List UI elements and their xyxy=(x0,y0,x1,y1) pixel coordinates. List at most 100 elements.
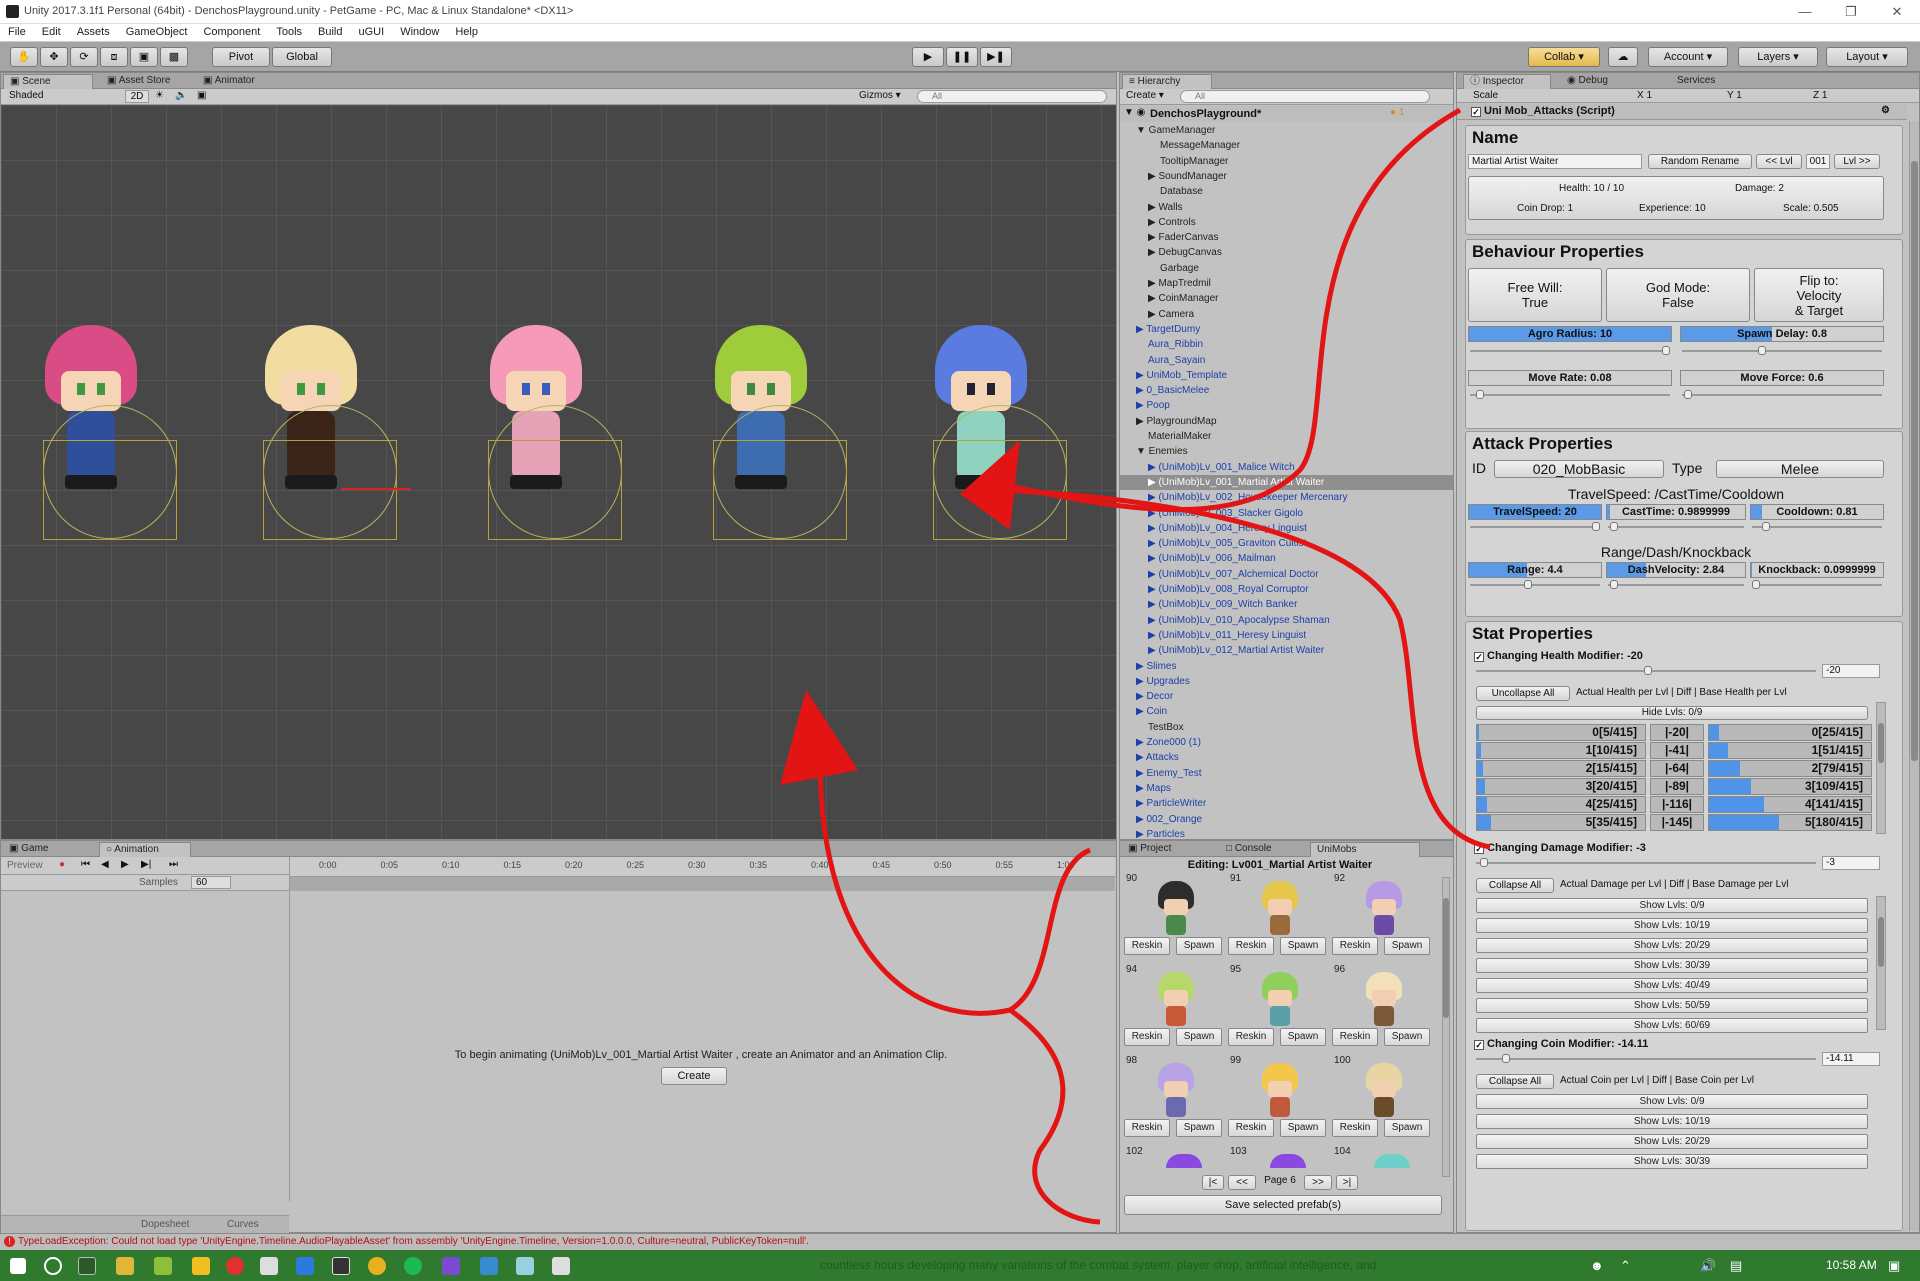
cooldown-bar[interactable]: Cooldown: 0.81 xyxy=(1750,504,1884,520)
2d-toggle[interactable]: 2D xyxy=(125,90,149,103)
windows-start-icon[interactable] xyxy=(10,1258,26,1274)
tab-scene[interactable]: ▣ Scene xyxy=(3,74,93,89)
tab-dopesheet[interactable]: Dopesheet xyxy=(141,1219,189,1230)
play-anim-icon[interactable]: ▶ xyxy=(121,859,129,870)
reskin-button[interactable]: Reskin xyxy=(1228,937,1274,955)
cloud-icon[interactable]: ☁ xyxy=(1608,47,1638,67)
hierarchy-item[interactable]: ▶ Coin xyxy=(1136,704,1167,719)
show-lvls-button[interactable]: Show Lvls: 40/49 xyxy=(1476,978,1868,993)
dash-velocity-slider[interactable] xyxy=(1608,580,1744,589)
hierarchy-item[interactable]: ▶ UniMob_Template xyxy=(1136,368,1227,383)
scale-x-field[interactable]: X 1 xyxy=(1637,90,1652,101)
timeline-event-row[interactable] xyxy=(289,877,1115,891)
hierarchy-item[interactable]: ▶ SoundManager xyxy=(1148,169,1227,184)
spawn-button[interactable]: Spawn xyxy=(1176,1119,1222,1137)
hierarchy-item[interactable]: ▶ Walls xyxy=(1148,200,1183,215)
uncollapse-all-button[interactable]: Uncollapse All xyxy=(1476,686,1570,701)
spawn-button[interactable]: Spawn xyxy=(1384,1119,1430,1137)
volume-icon[interactable]: 🔊 xyxy=(1700,1258,1716,1274)
lvl-prev-button[interactable]: << Lvl xyxy=(1756,154,1802,169)
page-last-button[interactable]: >| xyxy=(1336,1175,1358,1190)
app-icon-green[interactable] xyxy=(154,1257,172,1275)
mob-thumbnail[interactable] xyxy=(1154,881,1198,935)
hierarchy-item[interactable]: ▶ (UniMob)Lv_012_Martial Artist Waiter xyxy=(1148,643,1324,658)
lvl-input[interactable]: 001 xyxy=(1806,154,1830,169)
pivot-toggle[interactable]: Pivot xyxy=(212,47,270,67)
tab-game[interactable]: ▣ Game xyxy=(3,842,54,857)
mob-thumbnail[interactable] xyxy=(1154,1063,1198,1117)
hierarchy-item[interactable]: ▼ GameManager xyxy=(1136,123,1215,138)
hierarchy-scene-row[interactable]: ▼ ◉ DenchosPlayground* ● 1 xyxy=(1120,106,1453,122)
save-prefab-button[interactable]: Save selected prefab(s) xyxy=(1124,1195,1442,1215)
hierarchy-item[interactable]: MessageManager xyxy=(1160,138,1240,153)
rect-tool-icon[interactable]: ▣ xyxy=(130,47,158,67)
hierarchy-item[interactable]: ▶ TargetDumy xyxy=(1136,322,1200,337)
photos-icon[interactable] xyxy=(516,1257,534,1275)
hierarchy-item[interactable]: ▶ PlaygroundMap xyxy=(1136,414,1217,429)
spawn-delay-slider[interactable] xyxy=(1682,346,1882,355)
flip-to-button[interactable]: Flip to: Velocity & Target xyxy=(1754,268,1884,322)
menu-build[interactable]: Build xyxy=(310,24,350,38)
mob-thumbnail[interactable] xyxy=(1258,972,1302,1026)
spawn-delay-knob[interactable] xyxy=(1758,346,1766,355)
range-knob[interactable] xyxy=(1524,580,1532,589)
task-view-icon[interactable] xyxy=(78,1257,96,1275)
damage-modifier-toggle[interactable]: ✓ Changing Damage Modifier: -3 xyxy=(1474,842,1646,854)
attack-type-dropdown[interactable]: Melee xyxy=(1716,460,1884,478)
unimobs-scrollbar[interactable] xyxy=(1442,877,1450,1177)
health-modifier-input[interactable]: -20 xyxy=(1822,664,1880,678)
show-lvls-button[interactable]: Show Lvls: 10/19 xyxy=(1476,918,1868,933)
record-icon[interactable]: ● xyxy=(59,859,65,870)
show-lvls-button[interactable]: Show Lvls: 50/59 xyxy=(1476,998,1868,1013)
notifications-icon[interactable]: ▣ xyxy=(1888,1258,1900,1274)
menu-component[interactable]: Component xyxy=(195,24,268,38)
coin-modifier-input[interactable]: -14.11 xyxy=(1822,1052,1880,1066)
show-lvls-button[interactable]: Show Lvls: 30/39 xyxy=(1476,958,1868,973)
show-lvls-button[interactable]: Show Lvls: 30/39 xyxy=(1476,1154,1868,1169)
move-rate-slider[interactable] xyxy=(1470,390,1670,399)
shading-dropdown[interactable]: Shaded xyxy=(9,90,119,103)
coin-modifier-toggle[interactable]: ✓ Changing Coin Modifier: -14.11 xyxy=(1474,1038,1648,1050)
audio-icon[interactable]: 🔈 xyxy=(175,90,187,101)
cortana-icon[interactable] xyxy=(44,1257,62,1275)
hierarchy-item[interactable]: ▶ (UniMob)Lv_002_Housekeeper Mercenary xyxy=(1148,490,1347,505)
mob-thumbnail[interactable] xyxy=(1362,972,1406,1026)
menu-ugui[interactable]: uGUI xyxy=(351,24,393,38)
minimize-button[interactable]: — xyxy=(1790,4,1820,19)
reskin-button[interactable]: Reskin xyxy=(1228,1028,1274,1046)
health-modifier-checkbox[interactable]: ✓ xyxy=(1474,652,1484,662)
stats-summary-button[interactable]: Health: 10 / 10 Damage: 2 Coin Drop: 1 E… xyxy=(1468,176,1884,220)
spawn-button[interactable]: Spawn xyxy=(1176,1028,1222,1046)
hierarchy-create-dropdown[interactable]: Create ▾ xyxy=(1126,90,1164,101)
menu-file[interactable]: File xyxy=(0,24,34,38)
hierarchy-item[interactable]: ▶ (UniMob)Lv_001_Martial Artist Waiter xyxy=(1120,474,1453,490)
hierarchy-item[interactable]: ▶ (UniMob)Lv_003_Slacker Gigolo xyxy=(1148,506,1303,521)
tray-chevron-icon[interactable]: ⌃ xyxy=(1620,1258,1631,1274)
tab-unimobs[interactable]: UniMobs xyxy=(1310,842,1420,857)
damage-modifier-slider[interactable] xyxy=(1476,858,1816,867)
rotate-tool-icon[interactable]: ⟳ xyxy=(70,47,98,67)
reskin-button[interactable]: Reskin xyxy=(1124,937,1170,955)
hide-lvls-button[interactable]: Hide Lvls: 0/9 xyxy=(1476,706,1868,720)
pause-button[interactable]: ❚❚ xyxy=(946,47,978,67)
hierarchy-item[interactable]: ▶ (UniMob)Lv_005_Graviton Cultist xyxy=(1148,536,1306,551)
spotify-icon[interactable] xyxy=(404,1257,422,1275)
hierarchy-item[interactable]: ▶ (UniMob)Lv_011_Heresy Linguist xyxy=(1148,628,1306,643)
image-effects-icon[interactable]: ▣ xyxy=(197,90,206,101)
hierarchy-item[interactable]: ▶ (UniMob)Lv_006_Mailman xyxy=(1148,551,1276,566)
travel-speed-bar[interactable]: TravelSpeed: 20 xyxy=(1468,504,1602,520)
cooldown-knob[interactable] xyxy=(1762,522,1770,531)
move-force-knob[interactable] xyxy=(1684,390,1692,399)
next-keyframe-icon[interactable]: ▶| xyxy=(141,859,151,870)
knockback-knob[interactable] xyxy=(1752,580,1760,589)
spawn-button[interactable]: Spawn xyxy=(1176,937,1222,955)
hierarchy-item[interactable]: TestBox xyxy=(1148,720,1184,735)
window-icon[interactable] xyxy=(480,1257,498,1275)
health-table-scroll-thumb[interactable] xyxy=(1878,723,1884,763)
reskin-button[interactable]: Reskin xyxy=(1124,1119,1170,1137)
random-rename-button[interactable]: Random Rename xyxy=(1648,154,1752,169)
agro-radius-slider[interactable] xyxy=(1470,346,1670,355)
coin-modifier-checkbox[interactable]: ✓ xyxy=(1474,1040,1484,1050)
hierarchy-item[interactable]: ▶ Poop xyxy=(1136,398,1170,413)
reskin-button[interactable]: Reskin xyxy=(1332,1119,1378,1137)
